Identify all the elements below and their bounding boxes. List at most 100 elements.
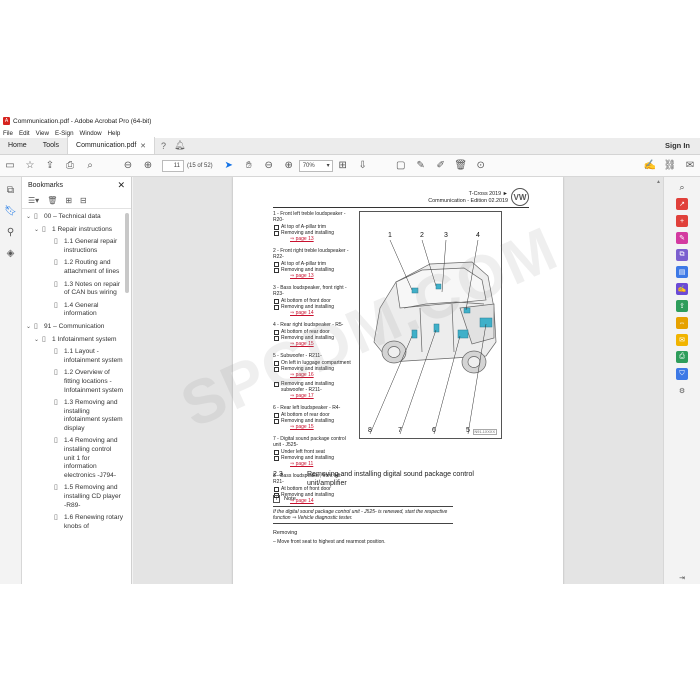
bookmark-item[interactable]: ⌄ ▯ 00 – Technical data	[22, 213, 123, 222]
compare-icon[interactable]: ⇔	[676, 317, 688, 329]
menu-edit[interactable]: Edit	[19, 130, 30, 137]
page-link[interactable]: ⇒ page 17	[273, 393, 355, 399]
menu-window[interactable]: Window	[80, 130, 102, 137]
help-icon[interactable]: ?	[161, 141, 166, 151]
comment-tool-icon[interactable]: ✉	[676, 334, 688, 346]
menu-help[interactable]: Help	[108, 130, 121, 137]
next-page-icon[interactable]: ⊕	[138, 157, 158, 175]
bookmark-item[interactable]: ▯ 1.5 Removing and installing CD player -…	[22, 484, 123, 510]
page-number-input[interactable]: 11	[162, 159, 184, 172]
scroll-mode-icon[interactable]: ⇩	[353, 157, 373, 175]
bookmarks-panel-icon[interactable]: 🔖︎	[4, 206, 17, 217]
page-link[interactable]: ⇒ page 11	[273, 461, 355, 467]
chevron-down-icon[interactable]: ⌄	[26, 213, 34, 222]
comment-icon[interactable]: ▢	[391, 157, 411, 175]
tab-document[interactable]: Communication.pdf ✕	[67, 137, 156, 154]
bookmark-item[interactable]: ▯ 1.3 Removing and installing infotainmen…	[22, 399, 123, 433]
search-icon[interactable]: ⌕	[80, 157, 100, 175]
bell-icon[interactable]: 🔔︎	[174, 140, 185, 151]
bookmark-item[interactable]: ⌄ ▯ 91 – Communication	[22, 323, 123, 332]
left-navigation-rail: ⧉ 🔖︎ ⚲ ◈	[0, 177, 22, 584]
bookmarks-scrollbar[interactable]	[125, 213, 129, 293]
save-icon[interactable]: ▭	[0, 157, 20, 175]
expand-bookmark-icon[interactable]: ⊟	[80, 196, 87, 205]
bookmark-item[interactable]: ▯ 1.3 Notes on repair of CAN bus wiring	[22, 281, 123, 298]
print-production-icon[interactable]: ⎙	[676, 351, 688, 363]
delete-bookmark-icon[interactable]: 🗑︎	[47, 196, 57, 205]
bookmark-item[interactable]: ▯ 1.4 General information	[22, 302, 123, 319]
page-link[interactable]: ⇒ page 13	[273, 236, 355, 242]
menu-file[interactable]: File	[3, 130, 13, 137]
zoom-level-select[interactable]: 70%	[298, 159, 333, 172]
bookmark-item[interactable]: ▯ 1.1 Layout - infotainment system	[22, 348, 123, 365]
close-tab-icon[interactable]: ✕	[140, 142, 146, 150]
menu-esign[interactable]: E-Sign	[55, 130, 74, 137]
chevron-down-icon[interactable]: ⌄	[34, 336, 42, 345]
figure-callout: 1	[388, 232, 392, 239]
upload-icon[interactable]: ⇪	[40, 157, 60, 175]
create-pdf-icon[interactable]: +	[676, 215, 688, 227]
export-icon[interactable]: ⇪	[676, 300, 688, 312]
bookmark-label: 1.1 General repair instructions	[64, 238, 118, 254]
bookmark-item[interactable]: ▯ 1.4 Removing and installing control uni…	[22, 437, 123, 480]
bookmark-item[interactable]: ▯ 1.2 Overview of fitting locations - Inf…	[22, 369, 123, 395]
loudspeaker-location-figure: 1 2 3 4 8 7 6 5 N91-1XXXX	[359, 211, 502, 439]
page-link[interactable]: ⇒ page 16	[273, 372, 355, 378]
previous-page-icon[interactable]: ⊖	[118, 157, 138, 175]
tab-tools[interactable]: Tools	[35, 137, 67, 154]
component-title: 4 - Rear right loudspeaker - R5-	[273, 322, 344, 328]
bookmark-icon: ▯	[54, 301, 58, 309]
organize-pages-icon[interactable]: ▤	[676, 266, 688, 278]
zoom-out-icon[interactable]: ⊖	[259, 157, 279, 175]
edit-pdf-icon[interactable]: ✎	[676, 232, 688, 244]
new-bookmark-icon[interactable]: ⊞	[65, 196, 72, 205]
chevron-down-icon[interactable]: ⌄	[26, 323, 34, 332]
select-cursor-icon[interactable]: ➤	[219, 157, 239, 175]
chevron-down-icon[interactable]: ⌄	[34, 226, 42, 235]
stamp-icon[interactable]: ⊙	[471, 157, 491, 175]
tab-home[interactable]: Home	[0, 137, 35, 154]
combine-files-icon[interactable]: ⧉	[676, 249, 688, 261]
viewer-scrollbar[interactable]: ▲	[656, 179, 661, 582]
draw-icon[interactable]: ✐	[431, 157, 451, 175]
hand-tool-icon[interactable]: ✋︎	[239, 157, 259, 175]
link-icon[interactable]: ⛓	[660, 157, 680, 175]
delete-icon[interactable]: 🗑︎	[451, 157, 471, 175]
sign-icon[interactable]: ✍	[640, 157, 660, 175]
page-link[interactable]: ⇒ page 15	[273, 424, 355, 430]
bookmark-item[interactable]: ▯ 1.1 General repair instructions	[22, 238, 123, 255]
export-pdf-icon[interactable]: ↗	[676, 198, 688, 210]
collapse-rail-icon[interactable]: ⇥	[676, 572, 688, 584]
component-title: 5 - Subwoofer - R211-	[273, 353, 322, 359]
more-tools-icon[interactable]: ⚙	[676, 385, 688, 397]
page-thumbnails-icon[interactable]: ⧉	[7, 185, 14, 196]
bookmark-star-icon[interactable]: ☆	[20, 157, 40, 175]
page-link[interactable]: ⇒ page 15	[273, 341, 355, 347]
bookmark-item[interactable]: ⌄ ▯ 1 Repair instructions	[22, 226, 123, 235]
scroll-up-icon[interactable]: ▲	[656, 179, 661, 185]
bookmark-item[interactable]: ⌄ ▯ 1 Infotainment system	[22, 336, 123, 345]
bookmark-item[interactable]: ▯ 1.2 Routing and attachment of lines	[22, 259, 123, 276]
page-link[interactable]: ⇒ page 14	[273, 310, 355, 316]
menu-view[interactable]: View	[36, 130, 49, 137]
layers-icon[interactable]: ◈	[7, 248, 15, 259]
close-panel-icon[interactable]: ✕	[117, 180, 125, 191]
bookmark-label: 1.5 Removing and installing CD player -R…	[64, 484, 121, 509]
protect-icon[interactable]: ⛉	[676, 368, 688, 380]
bookmark-options-icon[interactable]: ☰▾	[28, 196, 39, 205]
bookmark-icon: ▯	[54, 238, 58, 246]
highlight-pen-icon[interactable]: ✎	[411, 157, 431, 175]
sign-in-button[interactable]: Sign In	[665, 137, 700, 154]
bookmark-label: 1 Repair instructions	[52, 225, 113, 233]
search-tools-icon[interactable]: ⌕	[676, 181, 688, 193]
fill-sign-icon[interactable]: ✍	[676, 283, 688, 295]
fit-page-icon[interactable]: ⊞	[333, 157, 353, 175]
bookmarks-title: Bookmarks	[28, 181, 64, 189]
attachments-icon[interactable]: ⚲	[7, 227, 14, 238]
bookmark-item[interactable]: ▯ 1.6 Renewing rotary knobs of	[22, 514, 123, 531]
page-link[interactable]: ⇒ page 13	[273, 273, 355, 279]
mail-icon[interactable]: ✉	[680, 157, 700, 175]
print-icon[interactable]: ⎙	[60, 157, 80, 175]
bookmark-icon: ▯	[54, 369, 58, 377]
zoom-in-icon[interactable]: ⊕	[279, 157, 299, 175]
